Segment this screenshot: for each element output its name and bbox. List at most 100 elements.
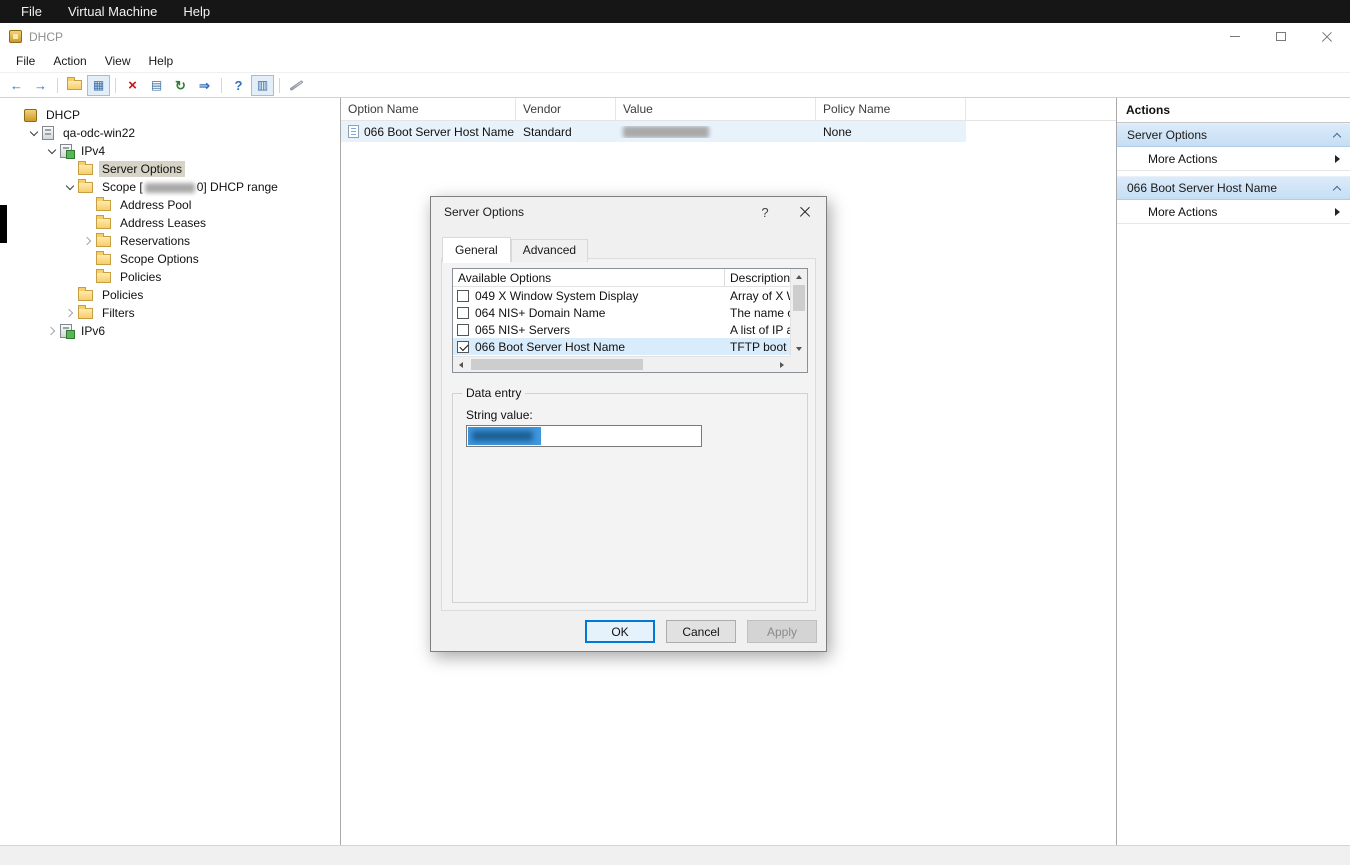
column-header-policy-name[interactable]: Policy Name (816, 98, 966, 120)
menu-action[interactable]: Action (44, 52, 95, 70)
options-list-header: Available Options Description (453, 269, 807, 287)
section-header-label: Server Options (1127, 128, 1207, 142)
tree-item-server[interactable]: qa-odc-win22 (0, 124, 340, 142)
vm-menu-help[interactable]: Help (170, 0, 223, 23)
column-header-vendor[interactable]: Vendor (516, 98, 616, 120)
scroll-down-arrow[interactable] (791, 341, 807, 356)
actions-pane: Actions Server Options More Actions 066 … (1117, 98, 1350, 845)
checkbox-unchecked[interactable] (457, 307, 469, 319)
more-actions-066[interactable]: More Actions (1117, 200, 1350, 224)
collapse-chevron-icon[interactable] (1333, 132, 1341, 140)
close-button[interactable] (1304, 23, 1350, 50)
collapse-expander-icon[interactable] (26, 125, 42, 141)
collapse-expander-icon[interactable] (44, 143, 60, 159)
tree-item-scope[interactable]: Scope [0] DHCP range (0, 178, 340, 196)
dialog-help-button[interactable]: ? (746, 197, 784, 227)
option-name: 064 NIS+ Domain Name (475, 306, 723, 320)
collapse-expander-icon[interactable] (44, 323, 60, 339)
actions-section-server-options[interactable]: Server Options (1117, 123, 1350, 147)
tab-advanced[interactable]: Advanced (511, 239, 588, 262)
scroll-right-arrow[interactable] (774, 357, 790, 372)
option-row-049[interactable]: 049 X Window System Display Array of X W (453, 287, 790, 304)
redacted-selected-text (468, 427, 541, 445)
collapse-expander-icon[interactable] (80, 233, 96, 249)
tab-general[interactable]: General (442, 237, 511, 262)
list-row-066-boot-server-host-name[interactable]: 066 Boot Server Host Name Standard None (341, 121, 966, 142)
vertical-scrollbar[interactable] (790, 269, 807, 356)
folder-icon (67, 80, 82, 90)
export-list-button[interactable]: ⇒ (193, 75, 216, 96)
tree-item-label: Address Leases (117, 215, 209, 231)
collapse-chevron-icon[interactable] (1333, 185, 1341, 193)
maximize-button[interactable] (1258, 23, 1304, 50)
tree-item-ipv4[interactable]: IPv4 (0, 142, 340, 160)
checkbox-checked[interactable] (457, 341, 469, 353)
vm-menu-file[interactable]: File (8, 0, 55, 23)
collapse-expander-icon[interactable] (62, 305, 78, 321)
tree-item-label: Server Options (99, 161, 185, 177)
column-header-option-name[interactable]: Option Name (341, 98, 516, 120)
set-credentials-button[interactable] (285, 75, 308, 96)
tree-item-reservations[interactable]: Reservations (0, 232, 340, 250)
more-actions-server-options[interactable]: More Actions (1117, 147, 1350, 171)
actions-pane-title: Actions (1117, 98, 1350, 123)
tree-item-ipv6[interactable]: IPv6 (0, 322, 340, 340)
expander-spacer (80, 197, 96, 213)
option-row-066[interactable]: 066 Boot Server Host Name TFTP boot s (453, 338, 790, 355)
toolbar-separator (57, 78, 58, 93)
help-button[interactable]: ? (227, 75, 250, 96)
show-action-pane-button[interactable]: ▥ (251, 75, 274, 96)
properties-button[interactable]: ▤ (145, 75, 168, 96)
delete-button[interactable]: × (121, 75, 144, 96)
column-header-available-options[interactable]: Available Options (453, 269, 725, 286)
apply-button[interactable]: Apply (747, 620, 817, 643)
horizontal-scroll-thumb[interactable] (471, 359, 643, 370)
folder-icon (96, 218, 111, 229)
forward-button[interactable]: → (29, 75, 52, 96)
more-actions-label: More Actions (1148, 152, 1217, 166)
menu-help[interactable]: Help (140, 52, 183, 70)
tree-item-dhcp-root[interactable]: DHCP (0, 106, 340, 124)
scroll-left-arrow[interactable] (453, 357, 469, 372)
option-row-065[interactable]: 065 NIS+ Servers A list of IP a (453, 321, 790, 338)
tree-item-address-leases[interactable]: Address Leases (0, 214, 340, 232)
expander-spacer (80, 269, 96, 285)
tree-item-scope-policies[interactable]: Policies (0, 268, 340, 286)
actions-section-066-boot-server-host-name[interactable]: 066 Boot Server Host Name (1117, 176, 1350, 200)
option-name: 065 NIS+ Servers (475, 323, 723, 337)
checkbox-unchecked[interactable] (457, 290, 469, 302)
tree-item-scope-options[interactable]: Scope Options (0, 250, 340, 268)
tree-item-policies[interactable]: Policies (0, 286, 340, 304)
console-tree-pane: DHCP qa-odc-win22 IPv4 Server Options Sc… (0, 98, 341, 845)
toolbar-separator (221, 78, 222, 93)
toolbar: ← → ▦ × ▤ ↻ ⇒ ? ▥ (0, 72, 1350, 98)
vm-menu-virtual-machine[interactable]: Virtual Machine (55, 0, 170, 23)
tree-item-server-options[interactable]: Server Options (0, 160, 340, 178)
option-row-064[interactable]: 064 NIS+ Domain Name The name o (453, 304, 790, 321)
column-header-value[interactable]: Value (616, 98, 816, 120)
menu-view[interactable]: View (96, 52, 140, 70)
horizontal-scrollbar[interactable] (453, 356, 790, 372)
scroll-up-arrow[interactable] (791, 269, 807, 284)
collapse-expander-icon[interactable] (62, 179, 78, 195)
show-console-tree-button[interactable]: ▦ (87, 75, 110, 96)
string-value-input[interactable] (466, 425, 702, 447)
tree-item-address-pool[interactable]: Address Pool (0, 196, 340, 214)
minimize-button[interactable] (1212, 23, 1258, 50)
tree-item-filters[interactable]: Filters (0, 304, 340, 322)
checkbox-unchecked[interactable] (457, 324, 469, 336)
submenu-arrow-icon (1335, 155, 1340, 163)
refresh-button[interactable]: ↻ (169, 75, 192, 96)
tree-item-label: IPv6 (78, 323, 108, 339)
ok-button[interactable]: OK (585, 620, 655, 643)
up-one-level-button[interactable] (63, 75, 86, 96)
vertical-scroll-thumb[interactable] (793, 285, 805, 311)
menu-file[interactable]: File (7, 52, 44, 70)
back-button[interactable]: ← (5, 75, 28, 96)
cancel-button[interactable]: Cancel (666, 620, 736, 643)
vm-menubar: File Virtual Machine Help (0, 0, 1350, 23)
dialog-close-button[interactable] (784, 197, 826, 227)
more-actions-label: More Actions (1148, 205, 1217, 219)
available-options-list: Available Options Description 049 X Wind… (452, 268, 808, 373)
tree-item-label: IPv4 (78, 143, 108, 159)
